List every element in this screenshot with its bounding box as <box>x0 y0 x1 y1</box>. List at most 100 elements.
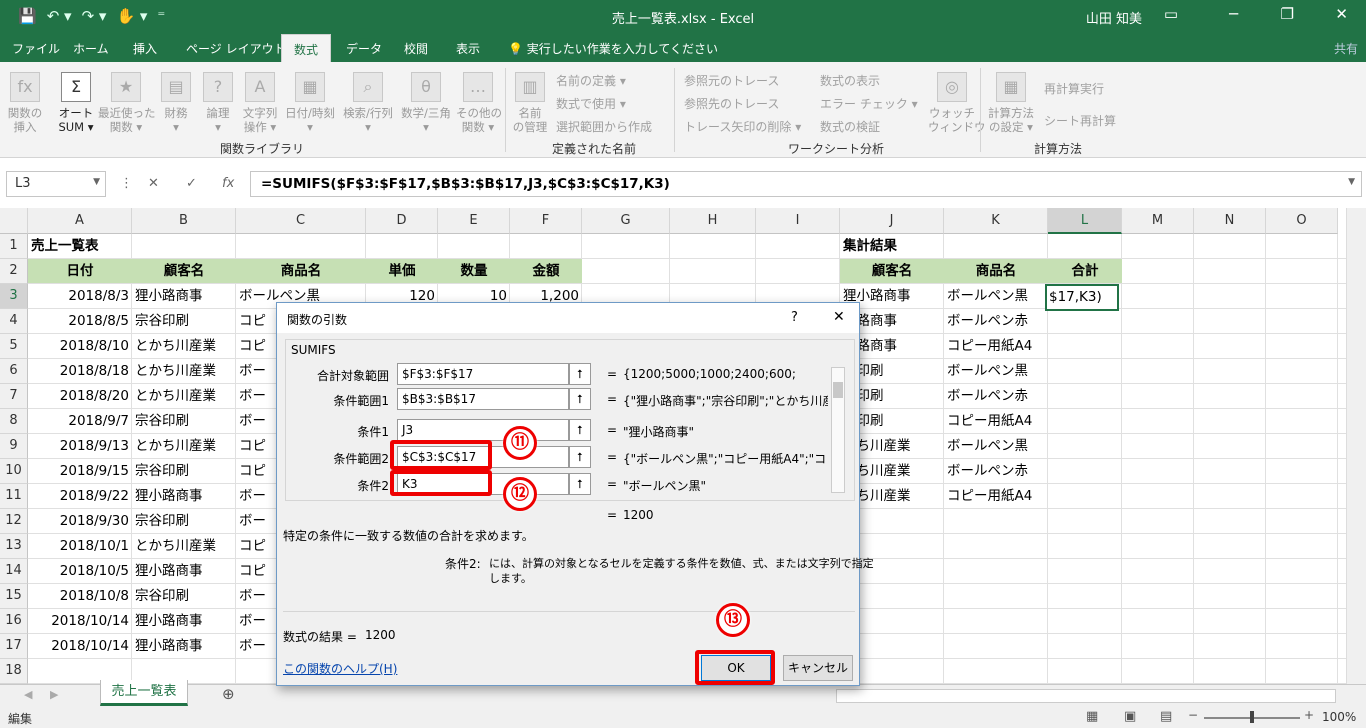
table-cell-product[interactable]: ボー <box>236 409 276 433</box>
collapse-dialog-icon[interactable]: ⭡ <box>569 419 591 441</box>
chevron-down-icon[interactable]: ▼ <box>1348 177 1355 187</box>
cancel-button[interactable]: キャンセル <box>783 655 853 681</box>
name-manager-button[interactable]: ▥ 名前 の管理 <box>510 72 550 134</box>
table-cell-date[interactable]: 2018/9/7 <box>28 409 132 433</box>
row-header-11[interactable]: 11 <box>0 484 28 509</box>
table-cell-date[interactable]: 2018/10/5 <box>28 559 132 583</box>
table-cell-customer[interactable]: 狸小路商事 <box>132 484 236 508</box>
table-cell-date[interactable]: 2018/8/5 <box>28 309 132 333</box>
table-cell-date[interactable]: 2018/10/8 <box>28 584 132 608</box>
table-cell-product[interactable]: ボー <box>236 634 276 658</box>
table-header[interactable]: 単価 <box>366 259 438 283</box>
vertical-scrollbar[interactable] <box>1346 208 1366 684</box>
row-header-8[interactable]: 8 <box>0 409 28 434</box>
table-cell-customer[interactable]: 宗谷印刷 <box>132 509 236 533</box>
collapse-dialog-icon[interactable]: ⭡ <box>569 363 591 385</box>
tab-view[interactable]: 表示 <box>456 40 480 57</box>
tab-insert[interactable]: 挿入 <box>133 40 157 57</box>
lookup-button[interactable]: ⌕ 検索/行列 ▾ <box>340 72 396 134</box>
watch-window-button[interactable]: ◎ ウォッチ ウィンドウ <box>928 72 986 134</box>
ribbon-display-icon[interactable]: ▭ <box>1164 5 1178 23</box>
table-cell-customer[interactable]: 狸小路商事 <box>132 634 236 658</box>
collapse-dialog-icon[interactable]: ⭡ <box>569 446 591 468</box>
error-checking-button[interactable]: エラー チェック ▾ <box>820 95 918 112</box>
column-header-K[interactable]: K <box>944 208 1048 234</box>
minimize-icon[interactable]: ─ <box>1229 5 1238 23</box>
table-cell-date[interactable]: 2018/10/14 <box>28 609 132 633</box>
table-cell-product[interactable]: コピ <box>236 334 276 358</box>
table-cell-product[interactable]: ボー <box>236 384 276 408</box>
table-cell-customer[interactable]: 宗谷印刷 <box>132 584 236 608</box>
tab-formulas[interactable]: 数式 <box>281 34 332 62</box>
text-button[interactable]: A 文字列 操作 ▾ <box>240 72 280 134</box>
column-header-E[interactable]: E <box>438 208 510 234</box>
evaluate-formula-button[interactable]: 数式の検証 <box>820 118 880 135</box>
normal-view-icon[interactable]: ▦ <box>1086 709 1098 724</box>
date-time-button[interactable]: ▦ 日付/時刻 ▾ <box>283 72 337 134</box>
more-functions-button[interactable]: … その他の 関数 ▾ <box>456 72 502 134</box>
table-cell-customer[interactable]: 狸小路商事 <box>132 559 236 583</box>
table-cell-customer[interactable]: とかち川産業 <box>132 384 236 408</box>
row-header-7[interactable]: 7 <box>0 384 28 409</box>
table-header[interactable]: 顧客名 <box>132 259 236 283</box>
autosum-button[interactable]: Σ オート SUM ▾ <box>54 72 98 134</box>
table-cell-customer[interactable]: とかち川産業 <box>132 359 236 383</box>
summary-cell-product[interactable]: ボールペン黒 <box>944 359 1048 383</box>
sheet-title[interactable]: 売上一覧表 <box>28 234 228 258</box>
summary-cell-product[interactable]: ボールペン赤 <box>944 459 1048 483</box>
zoom-in-icon[interactable]: + <box>1304 708 1314 722</box>
dialog-title-bar[interactable]: 関数の引数 <box>277 303 859 333</box>
row-header-12[interactable]: 12 <box>0 509 28 534</box>
collapse-dialog-icon[interactable]: ⭡ <box>569 473 591 495</box>
chevron-down-icon[interactable]: ▼ <box>93 177 100 187</box>
tab-page-layout[interactable]: ページ レイアウト <box>186 40 286 57</box>
trace-precedents-button[interactable]: 参照元のトレース <box>684 72 779 89</box>
summary-cell-product[interactable]: ボールペン赤 <box>944 384 1048 408</box>
help-icon[interactable]: ? <box>791 310 798 325</box>
confirm-entry-icon[interactable]: ✓ <box>186 176 197 191</box>
remove-arrows-button[interactable]: トレース矢印の削除 ▾ <box>684 118 801 135</box>
name-box[interactable]: L3 ▼ <box>6 171 106 197</box>
insert-function-icon[interactable]: fx <box>222 176 234 191</box>
row-header-2[interactable]: 2 <box>0 259 28 284</box>
column-header-B[interactable]: B <box>132 208 236 234</box>
collapse-dialog-icon[interactable]: ⭡ <box>569 388 591 410</box>
table-cell-product[interactable]: ボー <box>236 609 276 633</box>
row-header-4[interactable]: 4 <box>0 309 28 334</box>
row-header-16[interactable]: 16 <box>0 609 28 634</box>
table-cell-product[interactable]: コピ <box>236 559 276 583</box>
financial-button[interactable]: ▤ 財務 ▾ <box>158 72 194 134</box>
row-header-15[interactable]: 15 <box>0 584 28 609</box>
user-name[interactable]: 山田 知美 <box>1086 8 1142 27</box>
table-cell-date[interactable]: 2018/8/10 <box>28 334 132 358</box>
column-header-N[interactable]: N <box>1194 208 1266 234</box>
summary-cell-product[interactable]: ボールペン赤 <box>944 309 1048 333</box>
share-button[interactable]: 共有 <box>1334 40 1358 57</box>
restore-icon[interactable]: ❐ <box>1281 5 1294 23</box>
column-header-D[interactable]: D <box>366 208 438 234</box>
table-cell-customer[interactable]: とかち川産業 <box>132 434 236 458</box>
table-cell-customer[interactable]: とかち川産業 <box>132 334 236 358</box>
summary-cell-product[interactable]: ボールペン黒 <box>944 284 1048 308</box>
column-header-H[interactable]: H <box>670 208 756 234</box>
horizontal-scrollbar[interactable] <box>836 689 1336 703</box>
recently-used-button[interactable]: ★ 最近使った 関数 ▾ <box>98 72 156 134</box>
column-header-F[interactable]: F <box>510 208 582 234</box>
table-cell-customer[interactable]: 宗谷印刷 <box>132 409 236 433</box>
table-header[interactable]: 日付 <box>28 259 132 283</box>
zoom-level[interactable]: 100% <box>1322 710 1356 724</box>
column-header-O[interactable]: O <box>1266 208 1338 234</box>
sheet-tab-sales-list[interactable]: 売上一覧表 <box>100 680 188 706</box>
use-in-formula-button[interactable]: 数式で使用 ▾ <box>556 95 626 112</box>
row-header-10[interactable]: 10 <box>0 459 28 484</box>
table-cell-date[interactable]: 2018/9/15 <box>28 459 132 483</box>
table-cell-customer[interactable]: 狸小路商事 <box>132 609 236 633</box>
table-cell-product[interactable]: ボー <box>236 584 276 608</box>
zoom-slider-thumb[interactable] <box>1250 711 1254 723</box>
arg-input-1[interactable]: $F$3:$F$17 <box>397 363 569 385</box>
formula-input[interactable]: =SUMIFS($F$3:$F$17,$B$3:$B$17,J3,$C$3:$C… <box>250 171 1362 197</box>
column-header-G[interactable]: G <box>582 208 670 234</box>
close-icon[interactable]: ✕ <box>833 309 845 325</box>
row-header-3[interactable]: 3 <box>0 284 28 309</box>
table-cell-product[interactable]: コピ <box>236 434 276 458</box>
